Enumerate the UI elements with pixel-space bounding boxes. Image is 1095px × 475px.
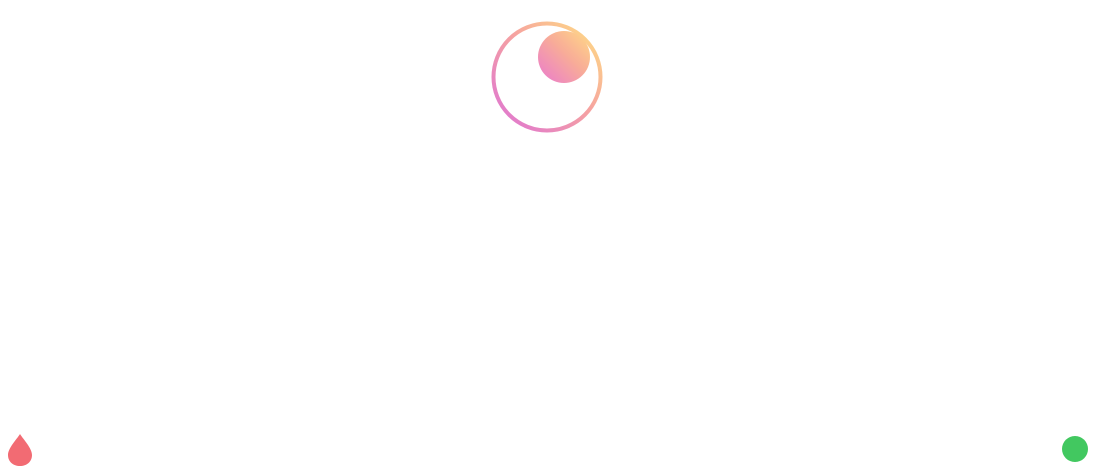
droplet-icon[interactable] [6,432,34,468]
app-logo-icon [490,20,604,134]
status-dot-icon[interactable] [1062,436,1088,462]
logo-orb [538,31,590,83]
